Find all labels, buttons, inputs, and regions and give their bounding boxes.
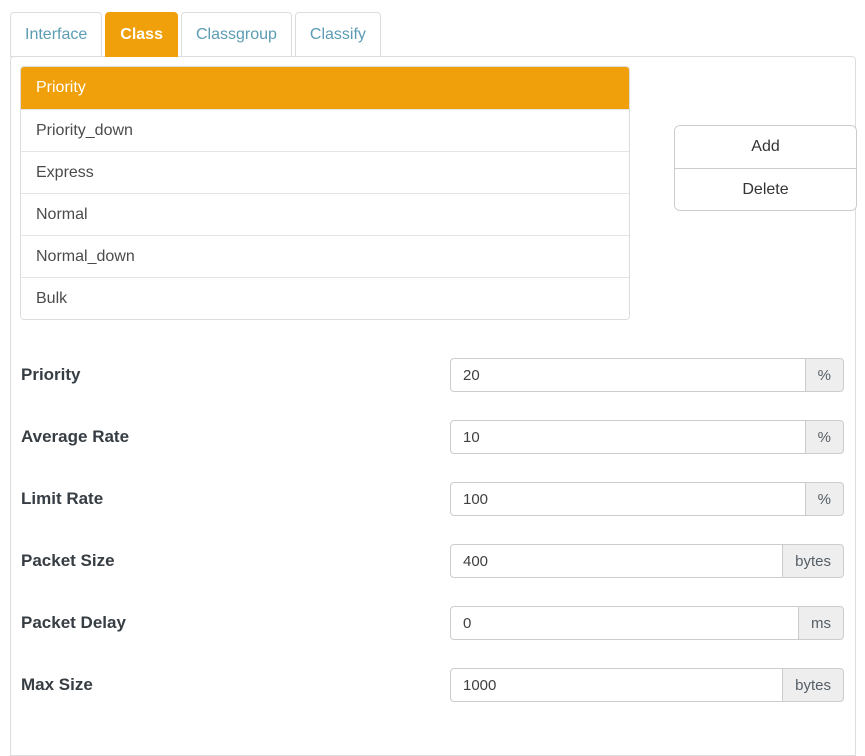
tab-bar: InterfaceClassClassgroupClassify [10,12,856,57]
field-label-packet-delay: Packet Delay [20,613,450,633]
form-row-average-rate: Average Rate% [20,420,846,454]
class-list-item-express[interactable]: Express [21,151,629,193]
form-row-packet-delay: Packet Delay ms [20,606,846,640]
tab-classgroup[interactable]: Classgroup [181,12,292,57]
delete-button[interactable]: Delete [675,168,856,210]
max-size-input[interactable] [450,668,783,702]
packet-delay-input[interactable] [450,606,799,640]
input-group-average-rate: % [450,420,844,454]
average-rate-unit-addon: % [805,420,844,454]
input-group-packet-size: bytes [450,544,844,578]
tab-classify[interactable]: Classify [295,12,381,57]
field-label-priority: Priority [20,365,450,385]
class-list-item-normal[interactable]: Normal [21,193,629,235]
packet-size-input[interactable] [450,544,783,578]
field-label-max-size: Max Size [20,675,450,695]
form-row-limit-rate: Limit Rate% [20,482,846,516]
input-group-priority: % [450,358,844,392]
field-label-limit-rate: Limit Rate [20,489,450,509]
class-form: Priority%Average Rate%Limit Rate%Packet … [20,358,846,702]
class-list-item-priority-down[interactable]: Priority_down [21,109,629,151]
tab-content-pane: PriorityPriority_downExpressNormalNormal… [10,56,856,756]
field-label-average-rate: Average Rate [20,427,450,447]
average-rate-input[interactable] [450,420,806,454]
add-button[interactable]: Add [675,126,856,168]
input-group-packet-delay: ms [450,606,844,640]
limit-rate-input[interactable] [450,482,806,516]
input-group-limit-rate: % [450,482,844,516]
packet-size-unit-addon: bytes [782,544,844,578]
max-size-unit-addon: bytes [782,668,844,702]
class-list-item-bulk[interactable]: Bulk [21,277,629,319]
class-list-item-normal-down[interactable]: Normal_down [21,235,629,277]
form-row-priority: Priority% [20,358,846,392]
tab-interface[interactable]: Interface [10,12,102,57]
qos-config-page: InterfaceClassClassgroupClassify Priorit… [0,0,865,756]
class-list-item-priority[interactable]: Priority [21,67,629,109]
input-group-max-size: bytes [450,668,844,702]
field-label-packet-size: Packet Size [20,551,450,571]
priority-unit-addon: % [805,358,844,392]
priority-input[interactable] [450,358,806,392]
form-row-packet-size: Packet Size bytes [20,544,846,578]
class-list: PriorityPriority_downExpressNormalNormal… [20,66,630,320]
packet-delay-unit-addon: ms [798,606,844,640]
tab-class[interactable]: Class [105,12,178,57]
list-action-buttons: Add Delete [674,125,857,211]
form-row-max-size: Max Size bytes [20,668,846,702]
limit-rate-unit-addon: % [805,482,844,516]
